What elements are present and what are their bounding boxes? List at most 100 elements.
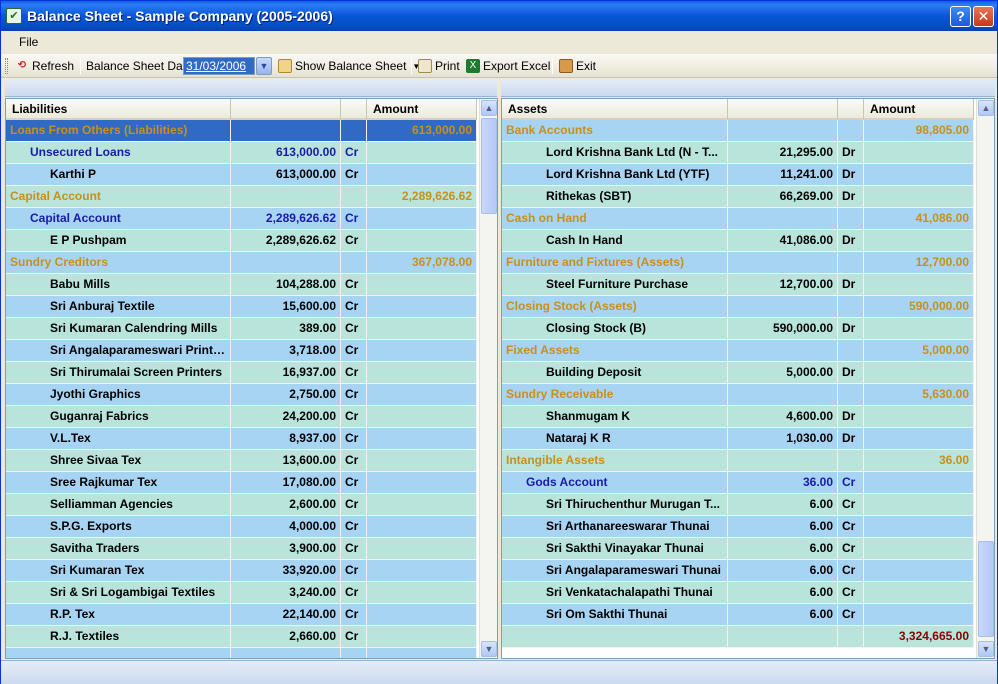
table-row[interactable]: Intangible Assets 36.00 xyxy=(502,450,976,472)
sub-amount-cell: 8,937.00 xyxy=(231,428,341,450)
sub-amount-cell: 613,000.00 xyxy=(231,142,341,164)
table-row[interactable]: E P Pushpam 2,289,626.62 Cr xyxy=(6,230,479,252)
col-header-assets[interactable]: Assets xyxy=(502,99,728,120)
scroll-up-button[interactable]: ▲ xyxy=(481,100,497,116)
date-dropdown-button[interactable]: ▼ xyxy=(256,57,272,75)
sub-amount-cell xyxy=(728,252,838,274)
table-row[interactable]: Savitha Traders 3,900.00 Cr xyxy=(6,538,479,560)
amount-cell xyxy=(864,362,974,384)
table-row[interactable]: Sree Rajkumar Tex 17,080.00 Cr xyxy=(6,472,479,494)
drcr-cell: Cr xyxy=(341,450,367,472)
table-row[interactable]: Furniture and Fixtures (Assets) 12,700.00 xyxy=(502,252,976,274)
table-row[interactable]: Fixed Assets 5,000.00 xyxy=(502,340,976,362)
drcr-cell: Cr xyxy=(341,142,367,164)
table-row[interactable]: Nataraj K R 1,030.00 Dr xyxy=(502,428,976,450)
table-row[interactable]: Sri Thiruchenthur Murugan T... 6.00 Cr xyxy=(502,494,976,516)
refresh-button[interactable]: ⟲ Refresh xyxy=(15,58,74,74)
scroll-down-button[interactable]: ▼ xyxy=(978,641,994,657)
col-header-amount[interactable]: Amount xyxy=(367,99,477,120)
menu-bar: File xyxy=(1,31,997,53)
table-row[interactable]: Sri Kumaran Tex 33,920.00 Cr xyxy=(6,560,479,582)
scroll-down-button[interactable]: ▼ xyxy=(481,641,497,657)
col-header-drcr[interactable] xyxy=(341,99,367,120)
menu-file[interactable]: File xyxy=(19,35,38,49)
close-button[interactable]: ✕ xyxy=(973,6,994,27)
table-row[interactable]: Karthi P 613,000.00 Cr xyxy=(6,164,479,186)
balance-sheet-date-input[interactable] xyxy=(183,57,255,75)
drcr-cell: Cr xyxy=(341,538,367,560)
table-row[interactable]: Sri Kumaran Calendring Mills 389.00 Cr xyxy=(6,318,479,340)
table-row[interactable]: Closing Stock (B) 590,000.00 Dr xyxy=(502,318,976,340)
liabilities-scrollbar[interactable]: ▲ ▼ xyxy=(479,99,497,658)
table-row[interactable]: Loans From Others (Liabilities) 613,000.0… xyxy=(6,120,479,142)
col-header-amount[interactable]: Amount xyxy=(864,99,974,120)
sub-amount-cell: 3,718.00 xyxy=(231,340,341,362)
table-row[interactable]: Sundry Creditors 367,078.00 xyxy=(6,252,479,274)
account-name-cell: Shree Sivaa Tex xyxy=(6,450,231,472)
table-row[interactable]: Sri Venkatachalapathi Thunai 6.00 Cr xyxy=(502,582,976,604)
toolbar-grip[interactable] xyxy=(5,58,8,74)
table-row[interactable]: Guganraj Fabrics 24,200.00 Cr xyxy=(6,406,479,428)
table-row[interactable] xyxy=(6,648,479,658)
table-row[interactable]: Shanmugam K 4,600.00 Dr xyxy=(502,406,976,428)
table-row[interactable]: Sri Angalaparameswari Printi... 3,718.00 C… xyxy=(6,340,479,362)
scroll-thumb[interactable] xyxy=(481,118,497,214)
exit-button[interactable]: Exit xyxy=(559,58,596,74)
col-header-subamount[interactable] xyxy=(728,99,838,120)
amount-cell xyxy=(367,274,477,296)
table-row[interactable]: Sri Arthanareeswarar Thunai 6.00 Cr xyxy=(502,516,976,538)
col-header-subamount[interactable] xyxy=(231,99,341,120)
table-row[interactable]: Lord Krishna Bank Ltd (YTF) 11,241.00 Dr xyxy=(502,164,976,186)
table-row[interactable]: S.P.G. Exports 4,000.00 Cr xyxy=(6,516,479,538)
account-name-cell: Sri Sakthi Vinayakar Thunai xyxy=(502,538,728,560)
table-row[interactable]: Building Deposit 5,000.00 Dr xyxy=(502,362,976,384)
export-excel-button[interactable]: X Export Excel xyxy=(466,58,550,74)
amount-cell xyxy=(367,406,477,428)
scroll-up-button[interactable]: ▲ xyxy=(978,100,994,116)
sub-amount-cell: 6.00 xyxy=(728,582,838,604)
table-row[interactable]: Sri Om Sakthi Thunai 6.00 Cr xyxy=(502,604,976,626)
table-row[interactable]: Cash on Hand 41,086.00 xyxy=(502,208,976,230)
assets-scrollbar[interactable]: ▲ ▼ xyxy=(976,99,994,658)
table-row[interactable]: Sri & Sri Logambigai Textiles 3,240.00 Cr xyxy=(6,582,479,604)
assets-grid[interactable]: Assets Amount Bank Accounts 98,805.00 Lord… xyxy=(502,99,976,658)
table-row[interactable]: Sri Thirumalai Screen Printers 16,937.00 C… xyxy=(6,362,479,384)
table-row[interactable]: Cash In Hand 41,086.00 Dr xyxy=(502,230,976,252)
table-row[interactable]: Sri Anburaj Textile 15,600.00 Cr xyxy=(6,296,479,318)
table-row[interactable]: Unsecured Loans 613,000.00 Cr xyxy=(6,142,479,164)
table-row[interactable]: Shree Sivaa Tex 13,600.00 Cr xyxy=(6,450,479,472)
drcr-cell: Dr xyxy=(838,230,864,252)
table-row[interactable]: Sri Sakthi Vinayakar Thunai 6.00 Cr xyxy=(502,538,976,560)
account-name-cell: Sri Om Sakthi Thunai xyxy=(502,604,728,626)
print-label: Print xyxy=(435,59,460,73)
table-row[interactable]: Steel Furniture Purchase 12,700.00 Dr xyxy=(502,274,976,296)
table-row[interactable]: Bank Accounts 98,805.00 xyxy=(502,120,976,142)
table-row[interactable]: Lord Krishna Bank Ltd (N - T... 21,295.00… xyxy=(502,142,976,164)
table-row[interactable]: Selliamman Agencies 2,600.00 Cr xyxy=(6,494,479,516)
table-row[interactable]: Sundry Receivable 5,630.00 xyxy=(502,384,976,406)
col-header-liabilities[interactable]: Liabilities xyxy=(6,99,231,120)
drcr-cell xyxy=(341,186,367,208)
table-row[interactable]: Gods Account 36.00 Cr xyxy=(502,472,976,494)
table-row[interactable]: Babu Mills 104,288.00 Cr xyxy=(6,274,479,296)
table-row[interactable]: Jyothi Graphics 2,750.00 Cr xyxy=(6,384,479,406)
table-row[interactable]: R.P. Tex 22,140.00 Cr xyxy=(6,604,479,626)
amount-cell xyxy=(367,208,477,230)
table-row[interactable]: Capital Account 2,289,626.62 Cr xyxy=(6,208,479,230)
show-balance-sheet-button[interactable]: Show Balance Sheet ▼ xyxy=(278,58,420,74)
table-row[interactable]: Capital Account 2,289,626.62 xyxy=(6,186,479,208)
table-row[interactable]: Sri Angalaparameswari Thunai 6.00 Cr xyxy=(502,560,976,582)
scroll-thumb[interactable] xyxy=(978,541,994,637)
account-name-cell: Building Deposit xyxy=(502,362,728,384)
table-row[interactable]: Closing Stock (Assets) 590,000.00 xyxy=(502,296,976,318)
col-header-drcr[interactable] xyxy=(838,99,864,120)
print-button[interactable]: Print xyxy=(418,58,460,74)
table-row[interactable]: Rithekas (SBT) 66,269.00 Dr xyxy=(502,186,976,208)
sub-amount-cell: 21,295.00 xyxy=(728,142,838,164)
help-button[interactable]: ? xyxy=(950,6,971,27)
account-name-cell xyxy=(6,648,231,658)
table-row[interactable]: 3,324,665.00 xyxy=(502,626,976,648)
table-row[interactable]: V.L.Tex 8,937.00 Cr xyxy=(6,428,479,450)
table-row[interactable]: R.J. Textiles 2,660.00 Cr xyxy=(6,626,479,648)
liabilities-grid[interactable]: Liabilities Amount Loans From Others (Li… xyxy=(6,99,479,658)
